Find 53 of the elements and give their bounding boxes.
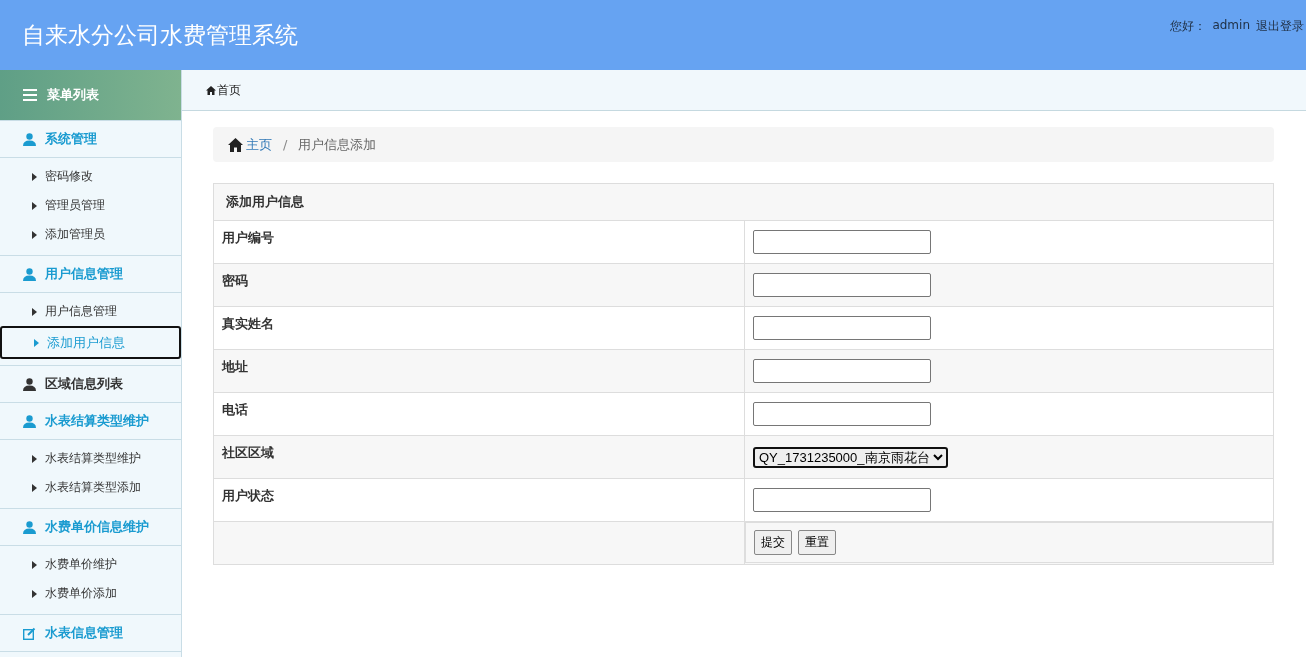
field-label: 社区区域	[213, 435, 745, 479]
field-label: 密码	[213, 263, 745, 307]
field-label: 地址	[213, 349, 745, 393]
home-icon	[228, 137, 243, 152]
field-label: 真实姓名	[213, 306, 745, 350]
input-field[interactable]	[753, 273, 931, 297]
username-text: admin	[1212, 18, 1250, 34]
breadcrumb-link[interactable]: 主页	[246, 135, 272, 154]
input-field[interactable]	[753, 488, 931, 512]
menu-item[interactable]: 水表结算类型添加	[0, 473, 181, 502]
menu-item[interactable]: 用户信息管理	[0, 297, 181, 326]
caret-icon	[32, 454, 37, 463]
person-icon	[23, 377, 36, 391]
caret-icon	[32, 201, 37, 210]
form-title: 添加用户信息	[213, 183, 1274, 221]
menu-item[interactable]: 水费单价维护	[0, 550, 181, 579]
person-icon	[23, 520, 36, 534]
breadcrumb-current: 用户信息添加	[298, 135, 377, 154]
submit-button[interactable]: 提交	[754, 530, 792, 555]
edit-icon	[23, 626, 36, 640]
greeting-text: 您好：	[1170, 18, 1207, 35]
logout-link[interactable]: 退出登录	[1256, 18, 1304, 35]
caret-icon	[32, 230, 37, 239]
menu-item[interactable]: 水表结算类型维护	[0, 444, 181, 473]
menu-icon	[23, 89, 37, 101]
menu-item[interactable]: 添加管理员	[0, 220, 181, 249]
person-icon	[23, 132, 36, 146]
caret-icon	[32, 172, 37, 181]
menu-title: 菜单列表	[47, 86, 99, 104]
input-field[interactable]	[753, 402, 931, 426]
caret-icon	[32, 589, 37, 598]
menu-group[interactable]: 区域信息列表	[0, 366, 181, 403]
person-icon	[23, 267, 36, 281]
reset-button[interactable]: 重置	[798, 530, 836, 555]
menu-item[interactable]: 水费单价添加	[0, 579, 181, 608]
region-select[interactable]: QY_1731235000_南京雨花台	[753, 446, 948, 468]
breadcrumb-separator: /	[283, 137, 288, 152]
field-label: 电话	[213, 392, 745, 436]
app-title: 自来水分公司水费管理系统	[22, 20, 298, 50]
home-icon	[206, 85, 216, 95]
field-label: 用户编号	[213, 220, 745, 264]
caret-icon	[34, 338, 39, 347]
caret-icon	[32, 560, 37, 569]
caret-icon	[32, 483, 37, 492]
input-field[interactable]	[753, 230, 931, 254]
person-icon	[23, 414, 36, 428]
input-field[interactable]	[753, 359, 931, 383]
input-field[interactable]	[753, 316, 931, 340]
menu-item[interactable]: 管理员管理	[0, 191, 181, 220]
caret-icon	[32, 307, 37, 316]
menu-item[interactable]: 密码修改	[0, 162, 181, 191]
home-tab[interactable]: 首页	[206, 81, 241, 99]
field-label: 用户状态	[213, 478, 745, 522]
